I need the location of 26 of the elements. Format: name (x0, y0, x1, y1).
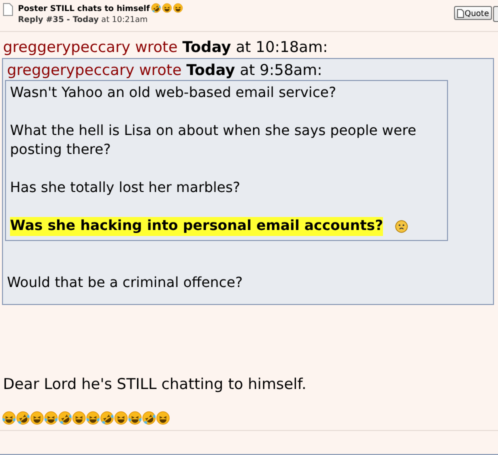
quote-header: greggerypeccary wrote Today at 10:18am: (2, 37, 329, 58)
document-icon (3, 3, 13, 16)
quote-text: What the hell is Lisa on about when she says people were posting there? (10, 122, 418, 160)
rolling-laughing-emoji-icon (148, 1, 163, 15)
reply-info: Reply #35 - Today at 10:21am (18, 15, 149, 24)
tears-of-joy-emoji-icon (86, 411, 100, 425)
tears-of-joy-emoji-icon (128, 411, 142, 425)
toolbar-button[interactable] (493, 6, 498, 22)
grinning-squint-emoji-icon (162, 3, 172, 13)
document-icon (456, 8, 464, 18)
grinning-squint-emoji-icon (114, 411, 128, 425)
quote-text: Has she totally lost her marbles? (10, 179, 240, 198)
message-text: Dear Lord he's STILL chatting to himself. (3, 375, 308, 393)
quote-text: Was she hacking into personal email accounts? (10, 217, 384, 236)
quote-button[interactable]: Quote (454, 6, 492, 20)
grinning-squint-emoji-icon (30, 411, 44, 425)
quote-text: Wasn't Yahoo an old web-based email service? (10, 84, 336, 103)
confused-emoji-icon (395, 220, 408, 233)
grinning-squint-emoji-icon (156, 411, 170, 425)
tears-of-joy-emoji-icon (2, 411, 16, 425)
post-title: Poster STILL chats to himself (18, 4, 150, 12)
quote-text: Would that be a criminal offence? (7, 275, 244, 291)
grinning-squint-emoji-icon (72, 411, 86, 425)
tears-of-joy-emoji-icon (44, 411, 58, 425)
quote-header: greggerypeccary wrote Today at 9:58am: (6, 60, 324, 80)
grinning-squint-emoji-icon (172, 3, 183, 13)
